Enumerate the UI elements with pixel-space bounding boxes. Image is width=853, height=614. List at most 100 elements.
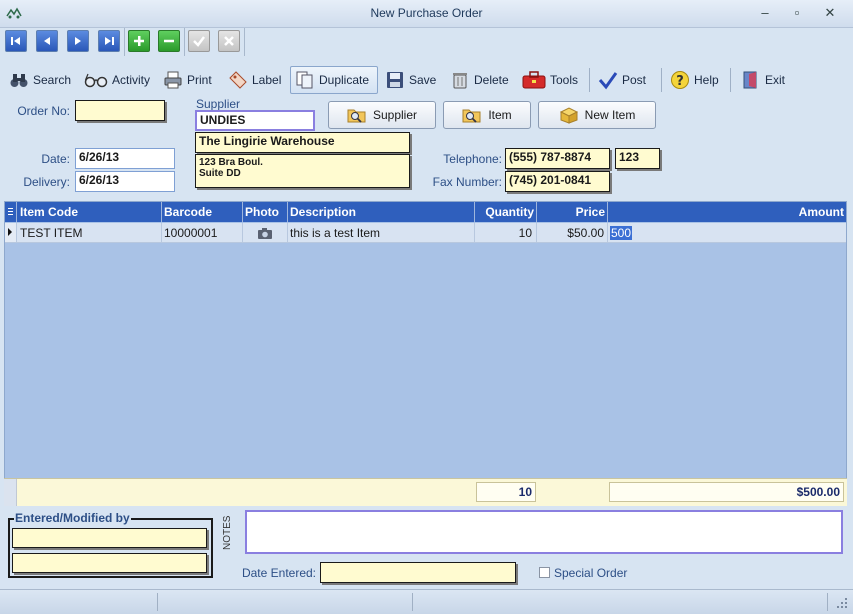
- column-header-price[interactable]: Price: [537, 202, 608, 222]
- column-header-quantity[interactable]: Quantity: [475, 202, 537, 222]
- label-button[interactable]: Label: [228, 66, 281, 94]
- help-button[interactable]: ? Help: [670, 66, 719, 94]
- cell-description[interactable]: this is a test Item: [288, 223, 475, 243]
- supplier-code-field[interactable]: UNDIES: [195, 110, 315, 131]
- entered-by-field: [12, 528, 207, 548]
- cell-amount-selected-text: 500: [610, 226, 633, 240]
- record-navigation-bar: [0, 27, 853, 57]
- search-button[interactable]: Search: [9, 66, 71, 94]
- supplier-lookup-button[interactable]: Supplier: [328, 101, 436, 129]
- search-label: Search: [33, 73, 72, 87]
- next-record-icon: [75, 37, 81, 45]
- notes-textarea[interactable]: [245, 510, 843, 554]
- status-bar: [0, 589, 853, 614]
- checkmark-icon: [193, 36, 205, 47]
- glasses-icon: [84, 73, 108, 88]
- cell-photo[interactable]: [243, 223, 288, 243]
- telephone-ext-field[interactable]: 123: [615, 148, 660, 169]
- printer-icon: [164, 71, 182, 89]
- total-quantity: 10: [476, 482, 536, 502]
- new-item-button-label: New Item: [584, 108, 636, 122]
- date-label: Date:: [41, 152, 70, 166]
- print-button[interactable]: Print: [163, 66, 212, 94]
- delete-button[interactable]: Delete: [450, 66, 509, 94]
- cell-price[interactable]: $50.00: [537, 223, 608, 243]
- exit-door-icon: [743, 71, 757, 89]
- floppy-disk-icon: [387, 72, 403, 88]
- row-selector[interactable]: [5, 223, 17, 243]
- cell-item-code[interactable]: TEST ITEM: [17, 223, 162, 243]
- plus-icon: [134, 36, 144, 46]
- last-record-button[interactable]: [98, 30, 120, 52]
- telephone-field[interactable]: (555) 787-8874: [505, 148, 610, 169]
- cell-amount[interactable]: 500: [608, 223, 846, 243]
- date-field[interactable]: 6/26/13: [75, 148, 175, 169]
- trash-can-icon: [453, 73, 467, 89]
- new-item-button[interactable]: New Item: [538, 101, 656, 129]
- supplier-address-field[interactable]: 123 Bra Boul. Suite DD: [195, 154, 410, 188]
- column-header-photo[interactable]: Photo: [243, 202, 288, 222]
- save-label: Save: [409, 73, 437, 87]
- resize-grip-icon[interactable]: [835, 596, 849, 610]
- special-order-checkbox[interactable]: [539, 567, 550, 578]
- column-header-amount[interactable]: Amount: [608, 202, 846, 222]
- post-label: Post: [622, 73, 647, 87]
- first-record-icon: [11, 37, 20, 45]
- maximize-button[interactable]: ▫: [784, 4, 810, 22]
- duplicate-button[interactable]: Duplicate: [290, 66, 378, 94]
- post-button[interactable]: Post: [598, 66, 646, 94]
- fax-field[interactable]: (745) 201-0841: [505, 171, 610, 192]
- minimize-button[interactable]: –: [752, 4, 778, 22]
- activity-button[interactable]: Activity: [84, 66, 150, 94]
- exit-button[interactable]: Exit: [741, 66, 785, 94]
- duplicate-icon: [296, 71, 313, 89]
- activity-label: Activity: [112, 73, 151, 87]
- confirm-button[interactable]: [188, 30, 210, 52]
- modified-by-field: [12, 553, 207, 573]
- totals-row: 10 $500.00: [4, 478, 847, 506]
- binoculars-icon: [10, 74, 28, 87]
- column-header-item-code[interactable]: Item Code: [17, 202, 162, 222]
- close-window-button[interactable]: ✕: [817, 4, 843, 22]
- cancel-button[interactable]: [218, 30, 240, 52]
- remove-record-button[interactable]: [158, 30, 180, 52]
- folder-search-icon: [347, 109, 366, 123]
- order-no-label: Order No:: [17, 104, 70, 118]
- first-record-button[interactable]: [5, 30, 27, 52]
- delivery-label: Delivery:: [23, 175, 70, 189]
- special-order-label: Special Order: [554, 566, 628, 580]
- help-label: Help: [694, 73, 719, 87]
- exit-label: Exit: [765, 73, 786, 87]
- order-no-field[interactable]: [75, 100, 165, 121]
- camera-icon: [258, 228, 272, 239]
- column-header-barcode[interactable]: Barcode: [162, 202, 243, 222]
- next-record-button[interactable]: [67, 30, 89, 52]
- svg-text:?: ?: [676, 74, 684, 89]
- cell-quantity[interactable]: 10: [475, 223, 537, 243]
- order-items-grid[interactable]: Item Code Barcode Photo Description Quan…: [4, 201, 847, 506]
- row-selector-header: [5, 202, 17, 222]
- fax-label: Fax Number:: [432, 175, 502, 189]
- cell-barcode[interactable]: 10000001: [162, 223, 243, 243]
- help-icon: ?: [671, 71, 689, 89]
- date-entered-label: Date Entered:: [241, 566, 316, 580]
- supplier-button-label: Supplier: [372, 108, 418, 122]
- supplier-address-line-2: Suite DD: [199, 168, 241, 179]
- tools-button[interactable]: Tools: [522, 66, 578, 94]
- save-button[interactable]: Save: [385, 66, 436, 94]
- notes-label: NOTES: [222, 515, 233, 551]
- entered-modified-group: Entered/Modified by: [8, 511, 213, 578]
- date-entered-field: [320, 562, 516, 583]
- delivery-field[interactable]: 6/26/13: [75, 171, 175, 192]
- previous-record-button[interactable]: [36, 30, 58, 52]
- supplier-name-field[interactable]: The Lingirie Warehouse: [195, 132, 410, 153]
- checkmark-post-icon: [598, 72, 618, 90]
- last-record-icon: [105, 37, 114, 45]
- x-icon: [224, 36, 234, 46]
- current-row-arrow-icon: [8, 228, 12, 236]
- column-header-description[interactable]: Description: [288, 202, 475, 222]
- duplicate-label: Duplicate: [319, 73, 370, 87]
- toolbox-icon: [522, 71, 546, 89]
- item-lookup-button[interactable]: Item: [443, 101, 531, 129]
- add-record-button[interactable]: [128, 30, 150, 52]
